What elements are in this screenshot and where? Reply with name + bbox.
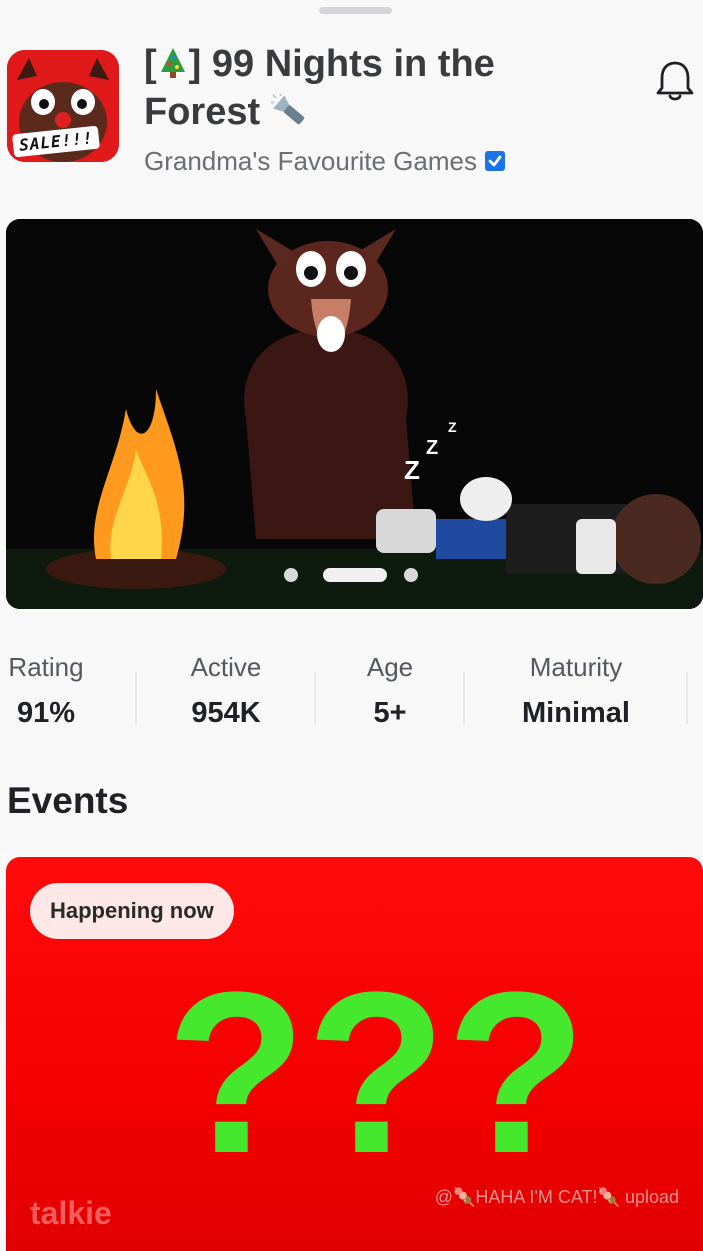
carousel-image: Z Z Z (6, 219, 703, 609)
stat-label: Rating (8, 652, 84, 682)
stat-age: Age 5+ (350, 652, 430, 730)
creator-name[interactable]: Grandma's Favourite Games (144, 146, 507, 177)
bell-icon[interactable] (654, 58, 696, 104)
stat-rating: Rating 91% (6, 652, 86, 730)
svg-text:?: ? (446, 947, 586, 1201)
svg-text:Z: Z (426, 437, 438, 459)
stat-active: Active 954K (170, 652, 282, 730)
carousel-dot[interactable] (284, 568, 298, 582)
events-heading: Events (7, 780, 129, 821)
stat-divider (686, 672, 688, 724)
christmas-tree-icon (160, 48, 185, 78)
stat-maturity: Maturity Minimal (500, 652, 652, 730)
event-card[interactable]: Happening now ? ? ? talkie @🍡HAHA I'M CA… (6, 857, 703, 1251)
stat-value: 954K (191, 697, 261, 729)
stat-label: Maturity (529, 652, 623, 682)
verified-badge-icon (484, 151, 505, 171)
happening-now-badge: Happening now (30, 883, 234, 939)
carousel-dot[interactable] (404, 568, 418, 582)
sheet-grabber[interactable] (319, 7, 392, 14)
stat-label: Active (190, 652, 262, 682)
carousel-dot-active[interactable] (323, 568, 387, 582)
svg-text:Z: Z (404, 455, 420, 485)
svg-text:Z: Z (448, 419, 457, 435)
game-stats: Rating 91% Active 954K Age 5+ Maturity M… (0, 652, 703, 742)
stat-divider (135, 672, 137, 724)
game-thumbnail: SALE!!! (7, 50, 119, 162)
svg-text:?: ? (166, 947, 307, 1201)
stat-value: 91% (16, 697, 76, 729)
talkie-watermark: talkie (30, 1195, 112, 1231)
question-marks-art: ? ? ? (166, 947, 586, 1201)
stat-value: Minimal (522, 697, 630, 729)
stat-divider (463, 672, 465, 724)
svg-text:?: ? (306, 947, 447, 1201)
stat-value: 5+ (373, 697, 407, 729)
uploader-watermark: @🍡HAHA I'M CAT!🍡 upload (434, 1187, 679, 1207)
stat-label: Age (366, 652, 414, 682)
screenshot-carousel[interactable]: Z Z Z (6, 219, 703, 609)
stat-divider (314, 672, 316, 724)
game-title: [ ] 99 Nights in the Forest (144, 43, 495, 133)
flashlight-icon (270, 94, 304, 125)
